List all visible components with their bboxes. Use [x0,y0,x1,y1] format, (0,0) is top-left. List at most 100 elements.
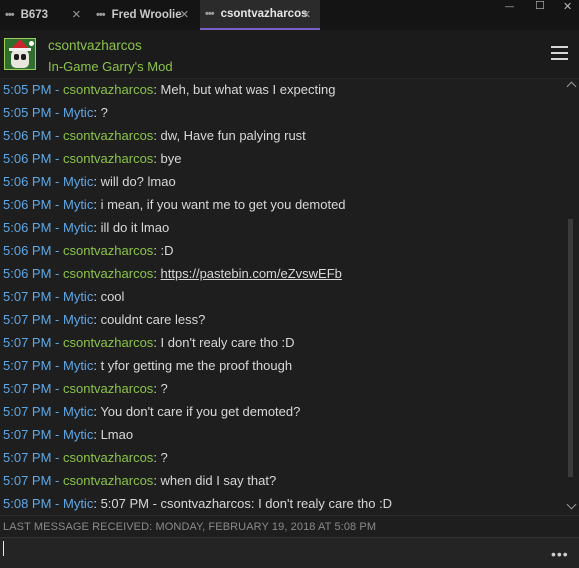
message-separator: - [51,128,63,143]
message-time: 5:08 PM [3,496,52,511]
message-time: 5:06 PM [3,197,52,212]
message-colon: : [153,381,161,396]
drag-handle-icon[interactable]: ••• [5,9,15,21]
message-text: dw, Have fun palying rust [160,128,306,143]
chat-message: 5:06 PM - Mytic: i mean, if you want me … [0,193,566,216]
hamburger-menu-icon[interactable] [551,46,568,60]
tab-label: B673 [20,9,49,21]
tab-label: Fred Wroolie [111,9,182,21]
friend-status: In-Game Garry's Mod [48,59,173,74]
message-colon: : [153,266,161,281]
message-sender: csontvazharcos [62,82,154,97]
message-sender: Mytic [62,174,94,189]
message-sender: csontvazharcos [62,335,154,350]
message-sender: csontvazharcos [62,381,154,396]
message-text: 5:07 PM - csontvazharcos: I don't realy … [100,496,393,511]
message-text: ? [160,381,168,396]
scrollbar[interactable] [566,78,579,515]
message-text: ? [100,105,108,120]
drag-handle-icon[interactable]: ••• [205,8,215,20]
message-colon: : [93,220,101,235]
chat-message: 5:07 PM - Mytic: cool [0,285,566,308]
message-sender: Mytic [62,404,94,419]
maximize-icon[interactable]: ☐ [535,0,545,13]
message-sender: Mytic [62,289,94,304]
message-separator: - [51,151,63,166]
scroll-up-icon[interactable] [566,81,577,92]
more-options-icon[interactable]: ••• [551,546,569,562]
hat-pompom [29,41,34,46]
message-time: 5:06 PM [3,174,52,189]
friend-name[interactable]: csontvazharcos [48,38,142,53]
chat-message: 5:07 PM - Mytic: couldnt care less? [0,308,566,331]
last-message-received: LAST MESSAGE RECEIVED: MONDAY, FEBRUARY … [0,515,579,537]
message-separator: - [51,289,63,304]
message-text: t yfor getting me the proof though [100,358,293,373]
message-separator: - [51,450,63,465]
message-colon: : [93,427,101,442]
message-colon: : [93,496,101,511]
message-text: ill do it lmao [100,220,170,235]
message-sender: Mytic [62,197,94,212]
chat-message: 5:07 PM - csontvazharcos: ? [0,446,566,469]
chat-message: 5:06 PM - Mytic: will do? lmao [0,170,566,193]
message-sender: csontvazharcos [62,128,154,143]
message-text: couldnt care less? [100,312,206,327]
message-text: will do? lmao [100,174,176,189]
message-text: when did I say that? [160,473,277,488]
message-text: Meh, but what was I expecting [160,82,336,97]
message-time: 5:06 PM [3,220,52,235]
close-tab-icon[interactable]: × [302,6,311,23]
message-separator: - [51,197,63,212]
skull-face [11,48,29,68]
tab-bar: ••• B673 × ••• Fred Wroolie × ••• csontv… [0,0,579,30]
chat-message: 5:07 PM - Mytic: You don't care if you g… [0,400,566,423]
chat-message: 5:06 PM - csontvazharcos: bye [0,147,566,170]
message-sender: Mytic [62,105,94,120]
chat-message: 5:06 PM - csontvazharcos: :D [0,239,566,262]
chat-log: 5:05 PM - csontvazharcos: Meh, but what … [0,78,566,515]
message-text: I don't realy care tho :D [160,335,295,350]
tab-label: csontvazharcos [220,8,308,20]
tab-csontvazharcos[interactable]: ••• csontvazharcos × [200,0,320,30]
message-text: You don't care if you get demoted? [100,404,301,419]
message-time: 5:07 PM [3,473,52,488]
message-colon: : [153,82,161,97]
avatar[interactable] [4,38,36,70]
message-sender: csontvazharcos [62,151,154,166]
message-text: bye [160,151,182,166]
message-time: 5:06 PM [3,128,52,143]
message-separator: - [51,496,63,511]
scroll-thumb[interactable] [568,219,573,477]
message-sender: csontvazharcos [62,473,154,488]
chat-header: csontvazharcos In-Game Garry's Mod [0,30,579,79]
message-separator: - [51,266,63,281]
chat-message: 5:07 PM - Mytic: t yfor getting me the p… [0,354,566,377]
message-time: 5:07 PM [3,312,52,327]
message-separator: - [51,220,63,235]
message-sender: Mytic [62,220,94,235]
message-time: 5:07 PM [3,404,52,419]
chat-message: 5:08 PM - Mytic: 5:07 PM - csontvazharco… [0,492,566,515]
message-colon: : [153,450,161,465]
message-input[interactable]: ••• [0,537,579,568]
close-window-icon[interactable]: ✕ [563,0,572,14]
message-separator: - [51,335,63,350]
text-caret [3,541,4,556]
close-tab-icon[interactable]: × [180,6,189,23]
message-link[interactable]: https://pastebin.com/eZvswEFb [161,266,342,281]
tab-fred-wroolie[interactable]: ••• Fred Wroolie × [96,0,200,30]
message-separator: - [51,358,63,373]
message-sender: Mytic [62,427,94,442]
message-text: i mean, if you want me to get you demote… [100,197,346,212]
scroll-down-icon[interactable] [566,499,577,510]
message-separator: - [51,404,63,419]
message-separator: - [51,105,63,120]
message-time: 5:06 PM [3,151,52,166]
minimize-icon[interactable]: — [505,1,514,15]
message-sender: csontvazharcos [62,243,154,258]
close-tab-icon[interactable]: × [72,6,81,23]
chat-message: 5:07 PM - csontvazharcos: ? [0,377,566,400]
drag-handle-icon[interactable]: ••• [96,9,106,21]
tab-b673[interactable]: ••• B673 × [0,0,96,30]
